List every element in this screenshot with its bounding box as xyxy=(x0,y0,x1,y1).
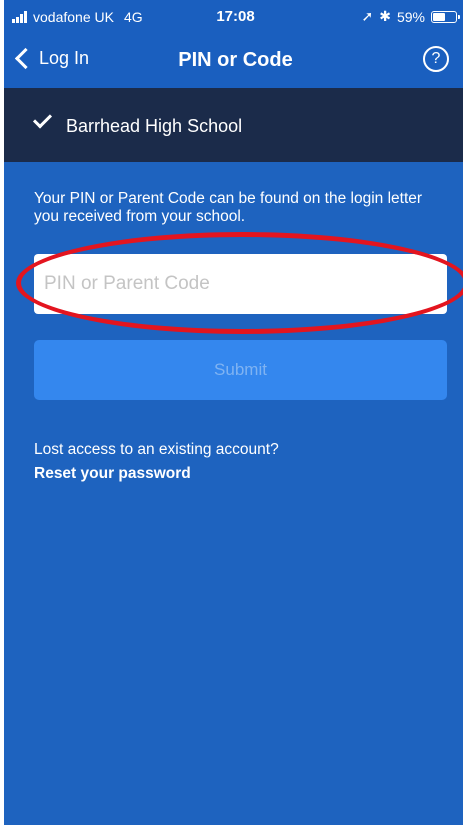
school-banner: Barrhead High School xyxy=(4,88,467,162)
battery-percent: 59% xyxy=(396,8,425,25)
school-name: Barrhead High School xyxy=(66,116,243,136)
status-bar: vodafone UK 4G 17:08 ➚ ✱ 59% xyxy=(4,0,467,34)
checkmark-icon xyxy=(32,109,53,129)
app-screen: vodafone UK 4G 17:08 ➚ ✱ 59% Log In PIN … xyxy=(4,0,467,825)
battery-icon xyxy=(431,10,460,23)
help-icon[interactable]: ? xyxy=(423,46,449,72)
pin-input[interactable] xyxy=(34,254,447,314)
page-title: PIN or Code xyxy=(178,49,293,71)
screen-edge xyxy=(463,0,467,825)
lost-access-text: Lost access to an existing account? xyxy=(34,441,279,458)
submit-button[interactable]: Submit xyxy=(34,340,447,400)
bluetooth-icon: ✱ xyxy=(379,8,391,24)
navigation-bar: Log In PIN or Code ? xyxy=(4,34,467,88)
instruction-text: Your PIN or Parent Code can be found on … xyxy=(34,190,423,225)
reset-password-link[interactable]: Reset your password xyxy=(34,465,191,483)
location-arrow-icon: ➚ xyxy=(361,8,374,24)
status-right: ➚ ✱ 59% xyxy=(361,8,460,25)
battery-fill xyxy=(433,12,446,21)
